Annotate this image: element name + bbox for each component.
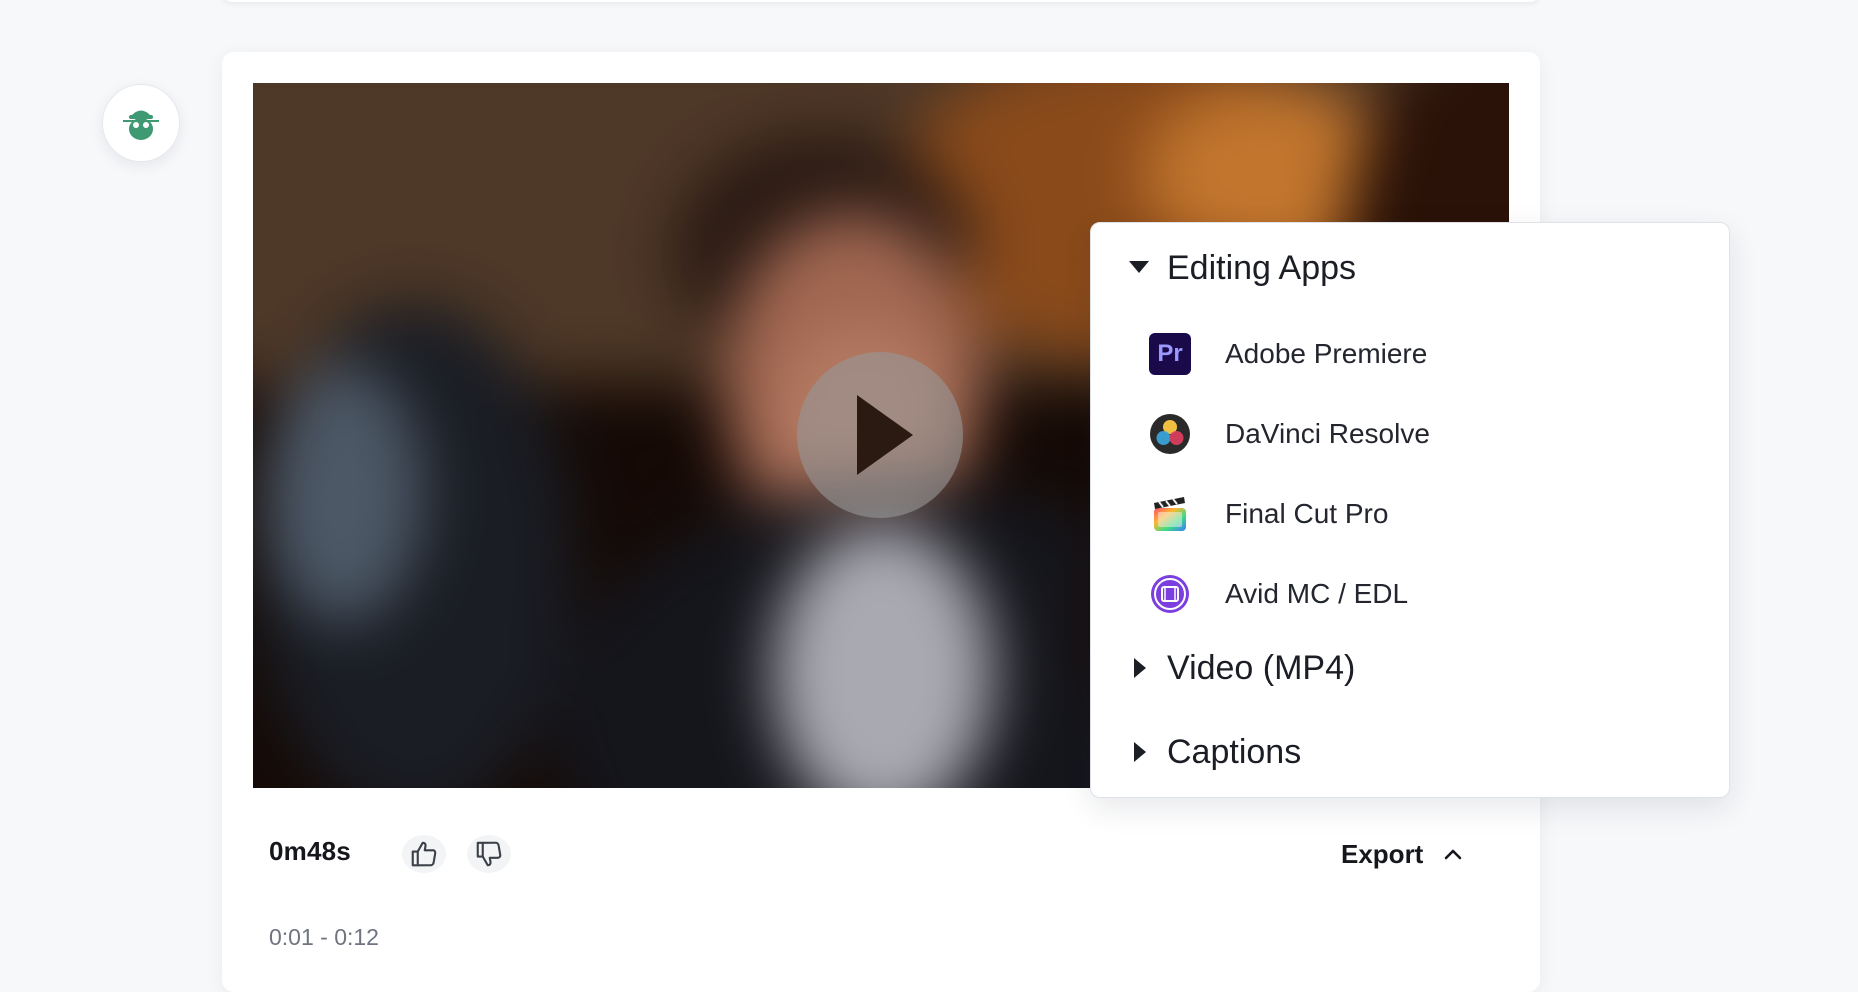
thumbs-down-button[interactable]: [467, 835, 511, 873]
clip-time-range: 0:01 - 0:12: [269, 924, 379, 950]
section-video-mp4[interactable]: Video (MP4): [1129, 645, 1355, 691]
caret-right-icon: [1134, 742, 1146, 762]
previous-card: [222, 0, 1540, 2]
export-button[interactable]: Export: [1341, 836, 1463, 872]
section-editing-apps[interactable]: Editing Apps: [1129, 245, 1356, 291]
export-label: Export: [1341, 838, 1424, 869]
caret-right-icon: [1134, 658, 1146, 678]
avatar[interactable]: [102, 84, 180, 162]
menu-item-davinci-resolve[interactable]: DaVinci Resolve: [1149, 412, 1430, 456]
section-label: Captions: [1167, 732, 1302, 771]
adobe-premiere-icon: Pr: [1149, 333, 1191, 375]
export-menu: Editing Apps Pr Adobe Premiere DaVinci R…: [1090, 222, 1730, 798]
davinci-resolve-icon: [1149, 413, 1191, 455]
menu-item-label: Avid MC / EDL: [1225, 578, 1409, 609]
avid-icon: [1149, 573, 1191, 615]
final-cut-pro-icon: [1149, 493, 1191, 535]
play-icon: [857, 395, 913, 475]
clip-duration: 0m48s: [269, 836, 351, 866]
menu-item-label: DaVinci Resolve: [1225, 418, 1430, 449]
section-label: Video (MP4): [1167, 648, 1356, 687]
section-captions[interactable]: Captions: [1129, 729, 1301, 775]
caret-down-icon: [1129, 261, 1149, 273]
menu-item-adobe-premiere[interactable]: Pr Adobe Premiere: [1149, 332, 1427, 376]
menu-item-label: Adobe Premiere: [1225, 338, 1428, 369]
thumbs-up-button[interactable]: [402, 835, 446, 873]
thumbs-up-icon: [411, 841, 437, 867]
menu-item-label: Final Cut Pro: [1225, 498, 1389, 529]
detective-icon: [123, 110, 159, 140]
play-button[interactable]: [797, 352, 963, 518]
menu-item-final-cut-pro[interactable]: Final Cut Pro: [1149, 492, 1388, 536]
section-label: Editing Apps: [1167, 248, 1357, 287]
menu-item-avid-mc-edl[interactable]: Avid MC / EDL: [1149, 572, 1408, 616]
chevron-up-icon: [1445, 849, 1462, 860]
thumbs-down-icon: [476, 841, 502, 867]
